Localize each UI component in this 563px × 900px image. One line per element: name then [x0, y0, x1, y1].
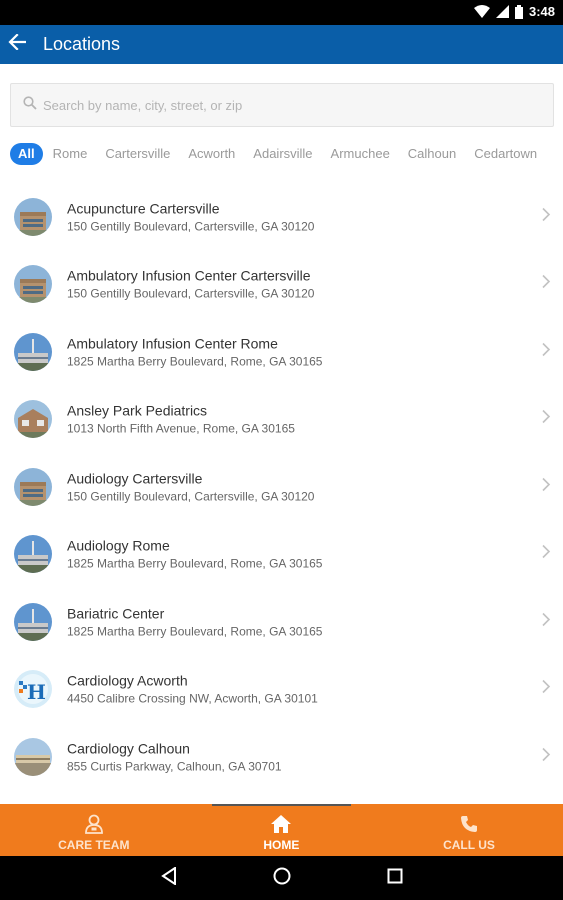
building-thumbnail — [14, 467, 52, 506]
call-us-label: CALL US — [443, 838, 495, 852]
search-icon — [23, 95, 37, 115]
status-bar: 3:48 — [0, 0, 563, 25]
chevron-right-icon — [542, 410, 551, 429]
filter-chip-acworth[interactable]: Acworth — [182, 143, 241, 165]
system-nav-bar — [0, 856, 563, 900]
back-button[interactable] — [0, 25, 34, 64]
battery-icon — [514, 4, 523, 19]
location-name: Ambulatory Infusion Center Rome — [67, 335, 278, 352]
location-address: 1825 Martha Berry Boulevard, Rome, GA 30… — [67, 354, 323, 369]
care-team-label: CARE TEAM — [58, 838, 130, 852]
building-thumbnail — [14, 602, 52, 641]
filter-chip-armuchee[interactable]: Armuchee — [325, 143, 396, 165]
location-row[interactable]: Cardiology Calhoun 855 Curtis Parkway, C… — [0, 723, 563, 791]
location-name: Cardiology Acworth — [67, 672, 188, 689]
location-name: Bariatric Center — [67, 605, 165, 622]
clock-time: 3:48 — [528, 4, 555, 19]
building-thumbnail — [14, 197, 52, 236]
home-icon — [271, 813, 292, 835]
location-row[interactable]: Ambulatory Infusion Center Rome 1825 Mar… — [0, 318, 563, 386]
location-name: Ambulatory Infusion Center Cartersville — [67, 267, 311, 284]
building-thumbnail — [14, 737, 52, 776]
filter-chip-cartersville[interactable]: Cartersville — [99, 143, 176, 165]
location-address: 150 Gentilly Boulevard, Cartersville, GA… — [67, 286, 315, 301]
location-name: Audiology Cartersville — [67, 470, 203, 487]
system-recents-icon[interactable] — [387, 868, 403, 889]
chevron-right-icon — [542, 477, 551, 496]
hospital-logo-icon: H — [14, 670, 52, 709]
call-us-tab[interactable]: CALL US — [375, 804, 563, 856]
chevron-right-icon — [542, 612, 551, 631]
location-row[interactable]: Ansley Park Pediatrics 1013 North Fifth … — [0, 386, 563, 454]
building-thumbnail — [14, 265, 52, 304]
chevron-right-icon — [542, 545, 551, 564]
location-address: 4450 Calibre Crossing NW, Acworth, GA 30… — [67, 691, 318, 706]
system-home-icon[interactable] — [273, 867, 291, 890]
app-bar: Locations — [0, 25, 563, 64]
chevron-right-icon — [542, 680, 551, 699]
doctor-icon — [84, 813, 103, 835]
location-address: 1013 North Fifth Avenue, Rome, GA 30165 — [67, 421, 295, 436]
chevron-right-icon — [542, 207, 551, 226]
filter-chip-cedartown[interactable]: Cedartown — [468, 143, 543, 165]
city-filter-bar: All Rome Cartersville Acworth Adairsvill… — [10, 143, 549, 165]
home-label: HOME — [263, 838, 300, 852]
status-icons: 3:48 — [473, 4, 555, 19]
system-back-icon[interactable] — [160, 865, 177, 890]
arrow-left-icon — [8, 33, 27, 55]
filter-chip-rome[interactable]: Rome — [47, 143, 94, 165]
chevron-right-icon — [542, 342, 551, 361]
location-row[interactable]: Acupuncture Cartersville 150 Gentilly Bo… — [0, 183, 563, 251]
location-address: 855 Curtis Parkway, Calhoun, GA 30701 — [67, 759, 282, 774]
location-name: Cardiology Calhoun — [67, 740, 190, 757]
search-input[interactable] — [43, 97, 523, 113]
location-row[interactable]: Bariatric Center 1825 Martha Berry Boule… — [0, 588, 563, 656]
chevron-right-icon — [542, 747, 551, 766]
home-tab[interactable]: HOME — [188, 804, 376, 856]
location-address: 1825 Martha Berry Boulevard, Rome, GA 30… — [67, 556, 323, 571]
filter-chip-all[interactable]: All — [10, 143, 43, 165]
location-address: 150 Gentilly Boulevard, Cartersville, GA… — [67, 219, 315, 234]
building-thumbnail — [14, 535, 52, 574]
svg-text:H: H — [27, 680, 46, 704]
location-row[interactable]: Ambulatory Infusion Center Cartersville … — [0, 251, 563, 319]
location-address: 1825 Martha Berry Boulevard, Rome, GA 30… — [67, 624, 323, 639]
location-list: Acupuncture Cartersville 150 Gentilly Bo… — [0, 183, 563, 791]
filter-chip-calhoun[interactable]: Calhoun — [402, 143, 462, 165]
location-row[interactable]: H Cardiology Acworth 4450 Calibre Crossi… — [0, 656, 563, 724]
location-row[interactable]: Audiology Cartersville 150 Gentilly Boul… — [0, 453, 563, 521]
location-name: Audiology Rome — [67, 537, 170, 554]
chevron-right-icon — [542, 275, 551, 294]
filter-chip-adairsville[interactable]: Adairsville — [247, 143, 318, 165]
signal-icon — [495, 5, 509, 18]
search-box[interactable] — [10, 83, 554, 127]
bottom-nav: CARE TEAM HOME CALL US — [0, 804, 563, 856]
location-address: 150 Gentilly Boulevard, Cartersville, GA… — [67, 489, 315, 504]
building-thumbnail — [14, 332, 52, 371]
page-title: Locations — [43, 34, 121, 54]
location-name: Acupuncture Cartersville — [67, 200, 220, 217]
phone-icon — [460, 813, 478, 835]
location-row[interactable]: Audiology Rome 1825 Martha Berry Bouleva… — [0, 521, 563, 589]
wifi-icon — [473, 5, 490, 18]
location-name: Ansley Park Pediatrics — [67, 402, 208, 419]
building-thumbnail — [14, 400, 52, 439]
care-team-tab[interactable]: CARE TEAM — [0, 804, 188, 856]
